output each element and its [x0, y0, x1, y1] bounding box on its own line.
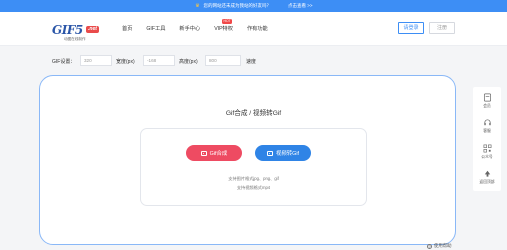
help-label: 使用帮助	[434, 243, 452, 248]
page-title: Gif合成 / 视频转Gif	[225, 110, 282, 117]
main-nav: 首页 GIF工具 新手中心 VIP特权 作有功能	[122, 25, 282, 32]
logo-badge: .net	[86, 26, 99, 33]
height-input[interactable]	[143, 55, 175, 66]
logo-subtitle: 动图在线制作	[64, 37, 86, 41]
nav-item-gif-tools[interactable]: GIF工具	[146, 25, 165, 32]
arrow-up-icon	[484, 170, 490, 177]
help-link[interactable]: ? 使用帮助	[427, 243, 452, 249]
top-banner: ♛ 您的网站还未成为我站的好友吗？ 点击查看 >>	[0, 0, 507, 12]
video-icon	[266, 150, 273, 156]
gif-compose-button[interactable]: Gif合成	[186, 145, 242, 161]
speed-label: 速度	[246, 59, 257, 65]
speed-input[interactable]	[205, 55, 241, 66]
width-label: 宽度(px)	[116, 59, 135, 65]
question-icon: ?	[427, 243, 432, 249]
banner-text: 您的网站还未成为我站的好友吗？	[203, 3, 271, 8]
sidebar-label-vip: 会员	[483, 104, 491, 108]
supported-image-formats: 支持图片格式jpg、png、gif	[228, 176, 279, 181]
gif-compose-label: Gif合成	[209, 151, 228, 157]
headset-icon	[483, 119, 491, 126]
nav-item-beginner[interactable]: 新手中心	[179, 25, 200, 32]
logo[interactable]: GIF5 .net 动图在线制作	[52, 23, 104, 43]
right-sidebar: 会员 客服 公众号 返回顶部	[473, 87, 501, 191]
sidebar-label-wechat: 公众号	[481, 155, 493, 159]
sidebar-label-back-to-top: 返回顶部	[479, 180, 495, 184]
sidebar-item-back-to-top[interactable]: 返回顶部	[473, 169, 501, 185]
crown-icon: ♛	[195, 3, 200, 9]
height-label: 高度(px)	[179, 59, 198, 65]
supported-video-formats: 支持视频格式mp4	[236, 185, 271, 190]
video-to-gif-button[interactable]: 视频转Gif	[255, 145, 311, 161]
gif-settings-bar: GIF设置： 宽度(px) 高度(px) 速度	[0, 52, 507, 70]
logo-text: GIF5	[52, 23, 83, 37]
member-card-icon	[483, 93, 491, 102]
login-button[interactable]: 请登录	[398, 22, 424, 34]
hot-badge: HOT	[222, 19, 233, 24]
sidebar-label-service: 客服	[483, 129, 491, 133]
sidebar-item-vip[interactable]: 会员	[473, 93, 501, 109]
image-icon	[200, 150, 207, 156]
width-input[interactable]	[80, 55, 112, 66]
banner-link[interactable]: 点击查看 >>	[288, 3, 313, 9]
qr-code-icon	[483, 144, 491, 153]
video-to-gif-label: 视频转Gif	[275, 151, 300, 157]
sidebar-item-service[interactable]: 客服	[473, 118, 501, 134]
gif-settings-label: GIF设置：	[52, 59, 76, 65]
nav-item-features[interactable]: 作有功能	[247, 25, 268, 32]
upload-panel	[140, 128, 367, 206]
nav-item-home[interactable]: 首页	[122, 25, 132, 32]
sidebar-item-wechat[interactable]: 公众号	[473, 144, 501, 160]
register-button[interactable]: 注册	[429, 22, 455, 34]
nav-item-vip[interactable]: VIP特权	[214, 25, 233, 32]
